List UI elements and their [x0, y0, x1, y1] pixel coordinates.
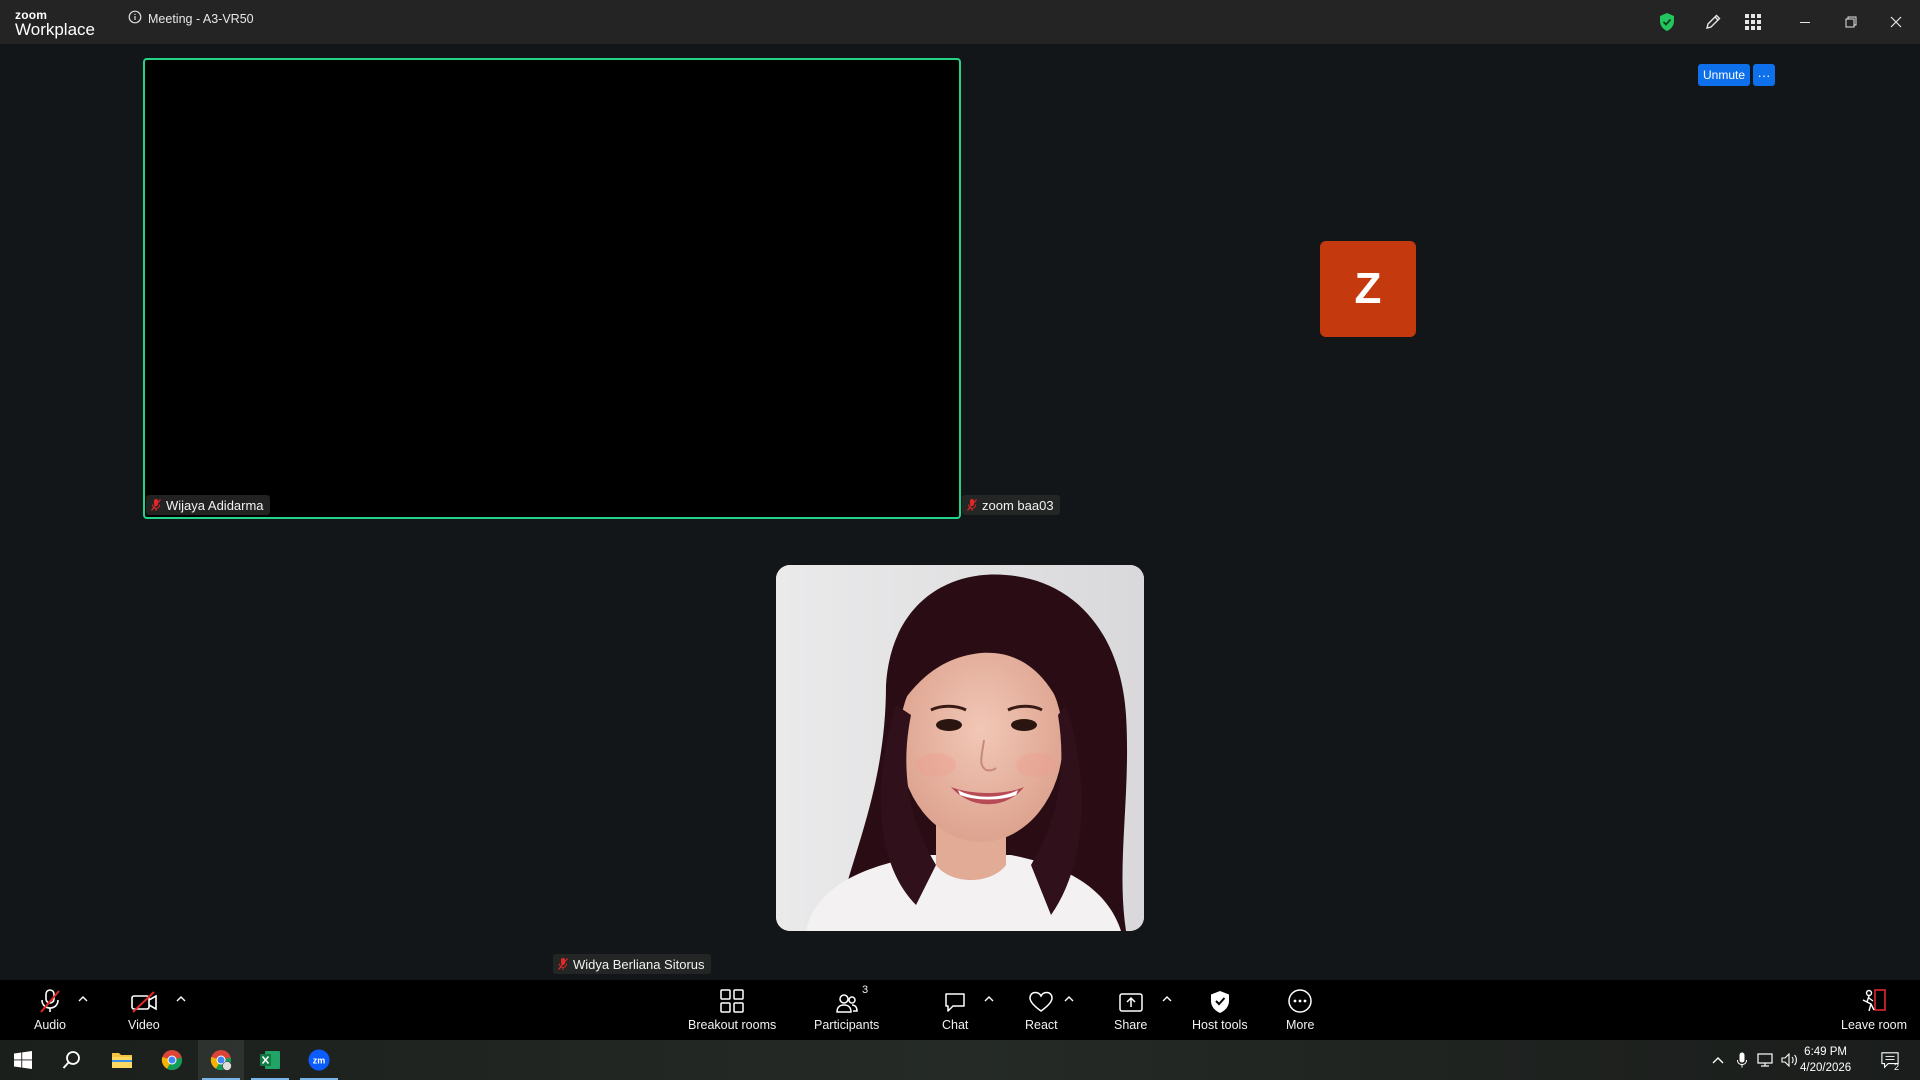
encryption-shield-icon[interactable] — [1655, 10, 1679, 34]
participant-name: Wijaya Adidarma — [166, 497, 264, 513]
unmute-button[interactable]: Unmute — [1698, 64, 1751, 86]
zoom-icon: zm — [308, 1049, 330, 1071]
apps-grid-icon[interactable] — [1741, 10, 1765, 34]
close-button[interactable] — [1881, 10, 1911, 34]
show-hidden-icons-chevron-icon[interactable] — [1709, 1051, 1727, 1069]
meeting-title: Meeting - A3-VR50 — [148, 11, 254, 26]
clock-date: 4/20/2026 — [1800, 1062, 1852, 1074]
meeting-stage: Wijaya Adidarma Z zoom baa03 Unmute ··· — [0, 44, 1920, 980]
react-options-caret-icon[interactable] — [1063, 994, 1075, 1004]
breakout-rooms-label: Breakout rooms — [688, 1018, 777, 1032]
taskbar-search-button[interactable] — [49, 1040, 95, 1080]
search-icon — [62, 1051, 80, 1069]
breakout-rooms-button[interactable]: Breakout rooms — [688, 986, 776, 1032]
taskbar-excel[interactable] — [247, 1040, 293, 1080]
taskbar-chrome-profile[interactable] — [198, 1040, 244, 1080]
muted-mic-icon — [151, 499, 161, 511]
clock-time: 6:49 PM — [1804, 1046, 1847, 1058]
tray-microphone-icon[interactable] — [1733, 1051, 1751, 1069]
leave-room-button[interactable]: Leave room — [1841, 986, 1907, 1032]
windows-taskbar: zm 6:49 PM 4/20/2026 2 — [0, 1040, 1920, 1080]
taskbar-file-explorer[interactable] — [99, 1040, 145, 1080]
minimize-button[interactable] — [1790, 10, 1820, 34]
chrome-icon — [161, 1050, 183, 1071]
participant-photo — [776, 565, 1144, 931]
audio-label: Audio — [34, 1018, 66, 1032]
tile-more-options-button[interactable]: ··· — [1753, 64, 1775, 86]
react-label: React — [1025, 1018, 1058, 1032]
meeting-info[interactable]: Meeting - A3-VR50 — [128, 10, 254, 27]
close-icon — [1890, 16, 1902, 28]
participant-name-tag: zoom baa03 — [962, 495, 1060, 515]
logo-big-text: Workplace — [15, 20, 95, 39]
avatar-initial: Z — [1354, 264, 1382, 313]
more-ellipsis-icon — [1287, 986, 1313, 1014]
camera-off-icon — [130, 986, 158, 1014]
participants-button[interactable]: Participants — [814, 986, 879, 1032]
info-icon[interactable] — [128, 10, 142, 27]
heart-react-icon — [1028, 986, 1054, 1014]
taskbar-zoom[interactable]: zm — [296, 1040, 342, 1080]
excel-icon — [260, 1051, 280, 1069]
react-button[interactable]: React — [1025, 986, 1058, 1032]
mic-muted-icon — [37, 986, 63, 1014]
leave-room-label: Leave room — [1841, 1018, 1908, 1032]
windows-start-button[interactable] — [0, 1040, 46, 1080]
share-screen-icon — [1118, 986, 1144, 1014]
system-clock[interactable]: 6:49 PM 4/20/2026 — [1800, 1044, 1851, 1076]
share-label: Share — [1114, 1018, 1148, 1032]
windows-logo-icon — [14, 1051, 32, 1069]
audio-options-caret-icon[interactable] — [77, 994, 89, 1004]
audio-button[interactable]: Audio — [34, 986, 66, 1032]
tray-volume-icon[interactable] — [1781, 1051, 1799, 1069]
chat-label: Chat — [942, 1018, 969, 1032]
participant-name: zoom baa03 — [982, 497, 1054, 513]
participants-label: Participants — [814, 1018, 880, 1032]
notification-count: 2 — [1894, 1062, 1900, 1072]
more-button[interactable]: More — [1286, 986, 1314, 1032]
tray-network-icon[interactable] — [1757, 1051, 1775, 1069]
host-shield-icon — [1209, 986, 1231, 1014]
muted-mic-icon — [967, 499, 977, 511]
video-button[interactable]: Video — [128, 986, 160, 1032]
leave-door-icon — [1859, 986, 1889, 1014]
video-options-caret-icon[interactable] — [175, 994, 187, 1004]
more-label: More — [1286, 1018, 1315, 1032]
share-button[interactable]: Share — [1114, 986, 1147, 1032]
participant-name-tag: Wijaya Adidarma — [146, 495, 270, 515]
restore-button[interactable] — [1836, 10, 1866, 34]
svg-text:zm: zm — [313, 1056, 326, 1066]
participant-name: Widya Berliana Sitorus — [573, 956, 705, 972]
video-tile-wijaya[interactable] — [143, 58, 961, 519]
chat-options-caret-icon[interactable] — [983, 994, 995, 1004]
meeting-controls: Audio Video Breakout rooms Participants … — [0, 980, 1920, 1040]
video-tile-widya[interactable] — [776, 565, 1144, 931]
zoom-workplace-logo: zoom Workplace — [15, 9, 95, 38]
host-tools-label: Host tools — [1192, 1018, 1248, 1032]
chat-icon — [943, 986, 967, 1014]
restore-icon — [1845, 16, 1857, 28]
video-label: Video — [128, 1018, 160, 1032]
breakout-rooms-icon — [719, 986, 745, 1014]
chat-button[interactable]: Chat — [942, 986, 968, 1032]
minimize-icon — [1800, 22, 1810, 23]
taskbar-chrome[interactable] — [149, 1040, 195, 1080]
participants-icon — [835, 986, 859, 1014]
participant-avatar[interactable]: Z — [1320, 241, 1416, 337]
share-options-caret-icon[interactable] — [1161, 994, 1173, 1004]
chrome-icon — [210, 1050, 232, 1071]
title-bar: zoom Workplace Meeting - A3-VR50 — [0, 0, 1920, 44]
folder-icon — [112, 1053, 132, 1068]
participant-name-tag: Widya Berliana Sitorus — [553, 954, 711, 974]
host-tools-button[interactable]: Host tools — [1192, 986, 1248, 1032]
muted-mic-icon — [558, 958, 568, 970]
annotate-pen-icon[interactable] — [1701, 10, 1725, 34]
participants-count: 3 — [862, 984, 869, 996]
